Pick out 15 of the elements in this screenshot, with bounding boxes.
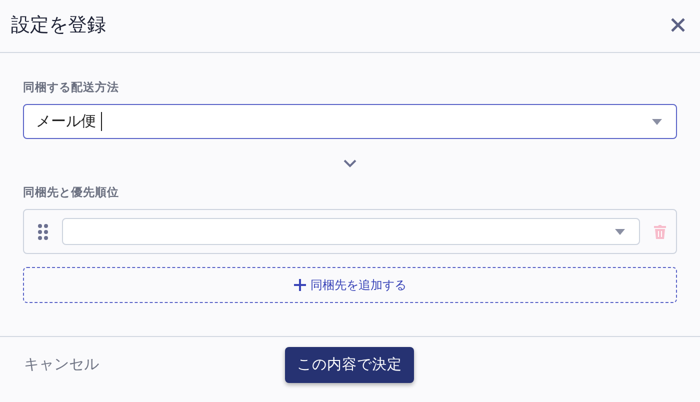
chevron-down-icon [343,159,357,168]
close-button[interactable] [670,17,686,33]
dropdown-caret-icon [652,118,662,124]
dialog-title: 設定を登録 [11,13,106,38]
text-cursor [101,112,102,131]
dropdown-caret-icon [615,228,625,234]
plus-icon [294,279,306,291]
field-value: メール便 [36,112,96,131]
submit-button[interactable]: この内容で決定 [285,346,414,382]
field-label: 同梱先と優先順位 [23,185,119,200]
add-bundle-button[interactable]: 同梱先を追加する [23,267,677,303]
field-label: 同梱する配送方法 [23,80,119,95]
drag-handle-icon[interactable] [38,224,48,240]
shipping-method-select[interactable]: メール便 [23,104,677,139]
cancel-button[interactable]: キャンセル [24,355,285,374]
